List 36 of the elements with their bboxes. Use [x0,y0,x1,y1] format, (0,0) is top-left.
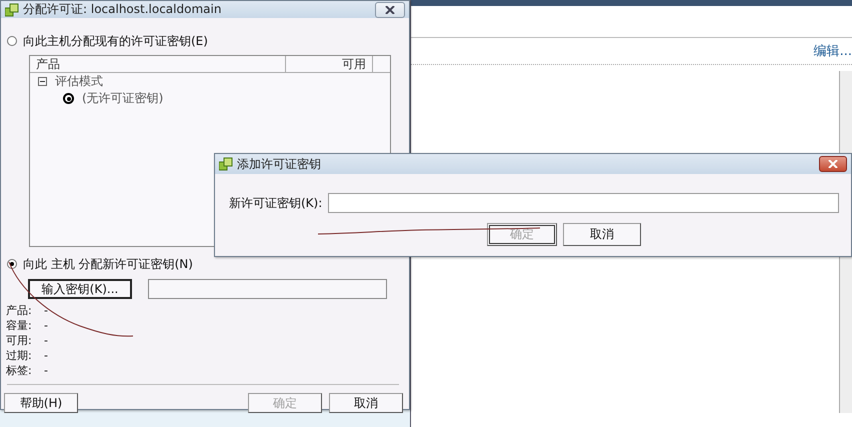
radio-label[interactable]: 向此 主机 分配新许可证密钥(N) [23,256,193,272]
detail-value: - [44,348,48,362]
detail-value: - [44,318,48,332]
detail-label: 过期: [6,348,33,362]
cancel-button[interactable]: 取消 [329,393,403,413]
tree-item[interactable]: (无许可证密钥) [82,90,164,107]
detail-label: 可用: [6,334,33,346]
radio-button[interactable] [7,259,17,269]
detail-value: - [44,304,48,316]
radio-button[interactable] [63,93,74,104]
cancel-button[interactable]: 取消 [563,223,641,246]
close-icon [828,160,838,168]
tree-item[interactable]: 评估模式 [55,73,103,90]
detail-label: 产品: [6,304,33,316]
close-icon [385,6,395,14]
detail-value: - [44,364,48,376]
detail-label: 标签: [6,364,33,376]
help-button[interactable]: 帮助(H) [4,393,78,413]
key-field[interactable] [148,279,387,299]
app-logo-icon [219,157,233,171]
app-logo-icon [5,2,19,16]
detail-value: - [44,334,48,346]
window-title: 分配许可证: localhost.localdomain [23,1,222,18]
license-key-field[interactable] [328,193,839,213]
enter-key-button[interactable]: 输入密钥(K)... [28,279,132,299]
detail-label: 容量: [6,318,33,332]
close-button[interactable] [375,2,405,18]
collapse-icon[interactable] [38,77,47,86]
field-label: 新许可证密钥(K): [229,194,322,212]
radio-label[interactable]: 向此主机分配现有的许可证密钥(E) [23,32,208,50]
edit-link[interactable]: 编辑... [814,42,852,60]
column-header[interactable]: 可用 [286,56,373,72]
radio-button[interactable] [7,36,17,46]
close-button[interactable] [819,156,847,172]
window-title: 添加许可证密钥 [237,156,322,172]
column-header[interactable]: 产品 [30,56,286,72]
